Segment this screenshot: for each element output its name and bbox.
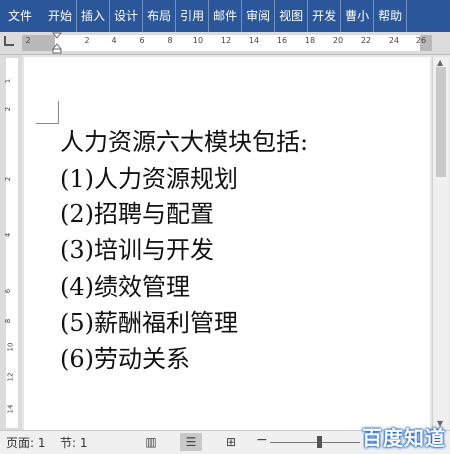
web-icon[interactable]: ⊞ xyxy=(220,433,242,451)
tab-selector-icon[interactable] xyxy=(4,36,14,46)
scroll-up-icon[interactable]: ▲ xyxy=(437,58,443,67)
tab-custom[interactable]: 曹小 xyxy=(341,0,375,32)
tab-file[interactable]: 文件 xyxy=(0,0,44,32)
scrollbar-thumb[interactable] xyxy=(436,67,446,177)
ruler-number: 2 xyxy=(4,106,13,112)
vertical-scrollbar[interactable]: ▲ ▼ xyxy=(432,57,449,430)
ruler-number: 18 xyxy=(304,36,316,45)
ruler-number: 2 xyxy=(84,36,90,45)
ruler-number: 1 xyxy=(4,78,13,84)
ruler-number: 14 xyxy=(6,404,15,414)
tab-home[interactable]: 开始 xyxy=(44,0,78,32)
ribbon-tab-bar: 文件 开始 插入 设计 布局 引用 邮件 审阅 视图 开发 曹小 帮助 xyxy=(0,0,450,32)
ruler-number: 10 xyxy=(192,36,204,45)
document-line[interactable]: 人力资源六大模块包括: xyxy=(60,128,308,156)
document-line[interactable]: (3)培训与开发 xyxy=(60,236,214,264)
ruler-number: 20 xyxy=(332,36,344,45)
tab-layout[interactable]: 布局 xyxy=(143,0,177,32)
ruler-number: 24 xyxy=(388,36,400,45)
page-indicator[interactable]: 页面: 1 xyxy=(6,434,46,451)
document-line[interactable]: (2)招聘与配置 xyxy=(60,200,214,228)
tab-design[interactable]: 设计 xyxy=(110,0,144,32)
tab-review[interactable]: 审阅 xyxy=(242,0,276,32)
page-icon[interactable]: ☰ xyxy=(180,433,202,451)
ruler-number: 6 xyxy=(4,288,13,294)
ruler-number: 2 xyxy=(25,36,31,45)
ruler-number: 26 xyxy=(415,36,427,45)
zoom-slider[interactable] xyxy=(270,442,360,443)
ruler-number: 16 xyxy=(276,36,288,45)
zoom-slider-knob[interactable] xyxy=(317,436,322,448)
document-line[interactable]: (4)绩效管理 xyxy=(60,273,190,301)
ruler-number: 8 xyxy=(4,318,13,324)
ruler-number: 12 xyxy=(6,372,15,382)
watermark-text: 百度知道 xyxy=(362,426,446,450)
ruler-number: 22 xyxy=(360,36,372,45)
ruler-number: 2 xyxy=(4,176,13,182)
book-icon[interactable]: ▥ xyxy=(140,433,162,451)
tab-insert[interactable]: 插入 xyxy=(77,0,111,32)
tab-developer[interactable]: 开发 xyxy=(308,0,342,32)
ruler-number: 14 xyxy=(248,36,260,45)
document-line[interactable]: (1)人力资源规划 xyxy=(60,165,238,193)
ruler-number: 12 xyxy=(220,36,232,45)
document-line[interactable]: (6)劳动关系 xyxy=(60,345,190,373)
ruler-number: 4 xyxy=(111,36,117,45)
ruler-number: 6 xyxy=(139,36,145,45)
document-line[interactable]: (5)薪酬福利管理 xyxy=(60,309,238,337)
vertical-ruler[interactable]: 1 2 2 4 6 8 10 12 14 xyxy=(0,55,22,430)
section-indicator[interactable]: 节: 1 xyxy=(60,434,88,451)
indent-marker-icon[interactable] xyxy=(52,32,62,54)
ruler-number: 4 xyxy=(4,232,13,238)
margin-corner-mark xyxy=(36,101,59,124)
ruler-number: 10 xyxy=(6,342,15,352)
tab-view[interactable]: 视图 xyxy=(275,0,309,32)
tab-references[interactable]: 引用 xyxy=(176,0,210,32)
ruler-number: 8 xyxy=(167,36,173,45)
zoom-out-button[interactable]: − xyxy=(256,432,268,448)
tab-mailings[interactable]: 邮件 xyxy=(209,0,243,32)
horizontal-ruler[interactable]: 2 2 4 6 8 10 12 14 16 18 20 22 24 26 xyxy=(0,32,450,55)
tab-help[interactable]: 帮助 xyxy=(374,0,408,32)
